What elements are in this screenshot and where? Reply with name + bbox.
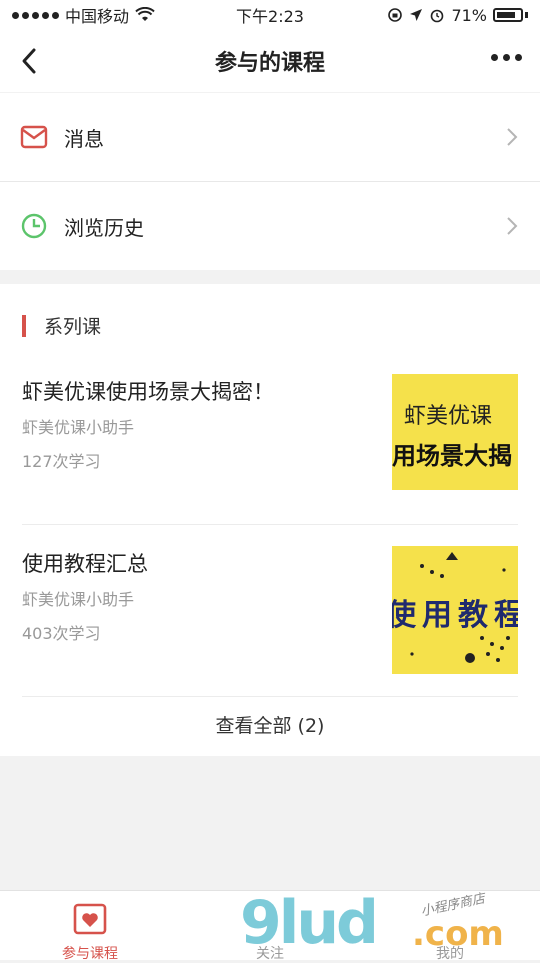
course-study-count: 127次学习 [22,452,101,471]
thumb-text: 用场景大揭 [392,442,512,470]
tab-joined-courses[interactable]: 参与课程 [0,891,180,962]
section-title: 系列课 [44,316,102,338]
signal-icon [12,11,59,19]
course-title: 虾美优课使用场景大揭密！ [22,380,274,404]
mail-icon [20,125,48,149]
tab-label: 参与课程 [62,946,118,962]
course-author: 虾美优课小助手 [22,418,135,437]
tab-bar: 参与课程 关注 我的 [0,890,540,962]
back-chevron-icon[interactable] [16,44,44,78]
battery-icon [493,8,523,22]
heart-book-icon [73,903,107,935]
status-bar: 中国移动 下午2:23 71% [0,0,540,30]
more-options-icon[interactable] [491,54,522,61]
course-thumbnail: 使用教程 [392,546,518,674]
chevron-right-icon [507,217,518,235]
course-title: 使用教程汇总 [22,552,148,576]
carrier-label: 中国移动 [65,7,130,26]
course-study-count: 403次学习 [22,624,101,643]
view-all-button[interactable]: 查看全部 (2) [0,696,540,756]
menu-item-label: 消息 [64,126,104,151]
location-icon [410,9,423,21]
wifi-icon [135,7,155,21]
course-author: 虾美优课小助手 [22,590,135,609]
chevron-right-icon [507,128,518,146]
tab-mine[interactable]: 我的 [360,891,540,962]
course-thumbnail: 虾美优课 用场景大揭 [392,374,518,490]
series-section: 系列课 虾美优课使用场景大揭密！ 虾美优课小助手 127次学习 虾美优课 用场景… [0,284,540,756]
thumb-text: 使用教程 [392,598,518,633]
divider [22,524,518,525]
clock-icon [21,213,47,239]
rotation-lock-icon [388,8,403,22]
section-header: 系列课 [22,312,101,339]
section-accent-bar [22,314,26,337]
battery-percent: 71% [451,5,487,25]
tab-label: 关注 [256,946,284,962]
nav-bar: 参与的课程 [0,30,540,92]
tab-label: 我的 [436,946,464,962]
menu-item-label: 浏览历史 [64,215,144,240]
page-title: 参与的课程 [214,51,325,76]
course-item[interactable]: 使用教程汇总 虾美优课小助手 403次学习 使用教程 [22,546,518,674]
menu-item-messages[interactable]: 消息 [0,93,540,181]
tab-follow[interactable]: 关注 [180,891,360,962]
menu-item-history[interactable]: 浏览历史 [0,182,540,270]
alarm-icon [431,9,444,23]
thumb-text: 虾美优课 [404,404,493,429]
course-item[interactable]: 虾美优课使用场景大揭密！ 虾美优课小助手 127次学习 虾美优课 用场景大揭 [22,374,518,502]
